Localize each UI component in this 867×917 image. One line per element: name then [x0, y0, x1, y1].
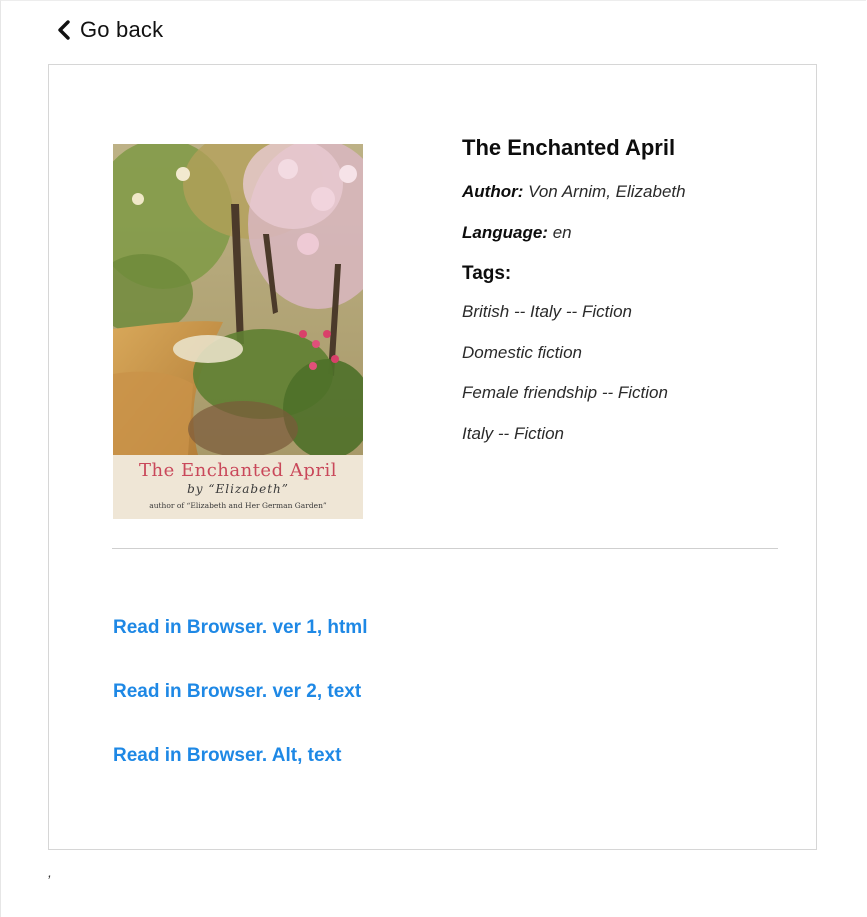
- book-cover-image: The Enchanted April by “Elizabeth” autho…: [113, 144, 363, 519]
- go-back-label: Go back: [80, 17, 164, 42]
- stray-comma: ,: [48, 864, 52, 880]
- book-info: The Enchanted April Author: Von Arnim, E…: [462, 133, 792, 463]
- cover-title: The Enchanted April: [139, 460, 337, 481]
- author-value: Von Arnim, Elizabeth: [528, 182, 686, 201]
- tag-item: Italy -- Fiction: [462, 423, 565, 443]
- language-value: en: [552, 223, 572, 242]
- chevron-left-icon: [56, 20, 72, 40]
- author-label: Author:: [462, 182, 524, 201]
- tags-heading: Tags:: [462, 263, 512, 284]
- read-html-v1-link[interactable]: Read in Browser. ver 1, html: [113, 615, 367, 641]
- tag-item: British -- Italy -- Fiction: [462, 302, 633, 321]
- book-details-card: The Enchanted April by “Elizabeth” autho…: [48, 64, 817, 850]
- tag-item: Female friendship -- Fiction: [462, 383, 668, 402]
- cover-caption: The Enchanted April by “Elizabeth” autho…: [113, 455, 363, 519]
- author-row: Author: Von Arnim, Elizabeth: [462, 181, 792, 203]
- read-text-alt-link[interactable]: Read in Browser. Alt, text: [113, 743, 367, 769]
- read-links: Read in Browser. ver 1, html Read in Bro…: [113, 615, 367, 807]
- language-row: Language: en: [462, 222, 792, 244]
- cover-subtitle: author of “Elizabeth and Her German Gard…: [149, 501, 327, 510]
- tag-item: Domestic fiction: [462, 342, 582, 362]
- go-back-button[interactable]: Go back: [56, 16, 163, 44]
- section-divider: [112, 548, 778, 549]
- cover-by-line: by “Elizabeth”: [187, 482, 289, 496]
- book-title: The Enchanted April: [462, 135, 676, 160]
- language-label: Language:: [462, 223, 548, 242]
- read-text-v2-link[interactable]: Read in Browser. ver 2, text: [113, 679, 367, 705]
